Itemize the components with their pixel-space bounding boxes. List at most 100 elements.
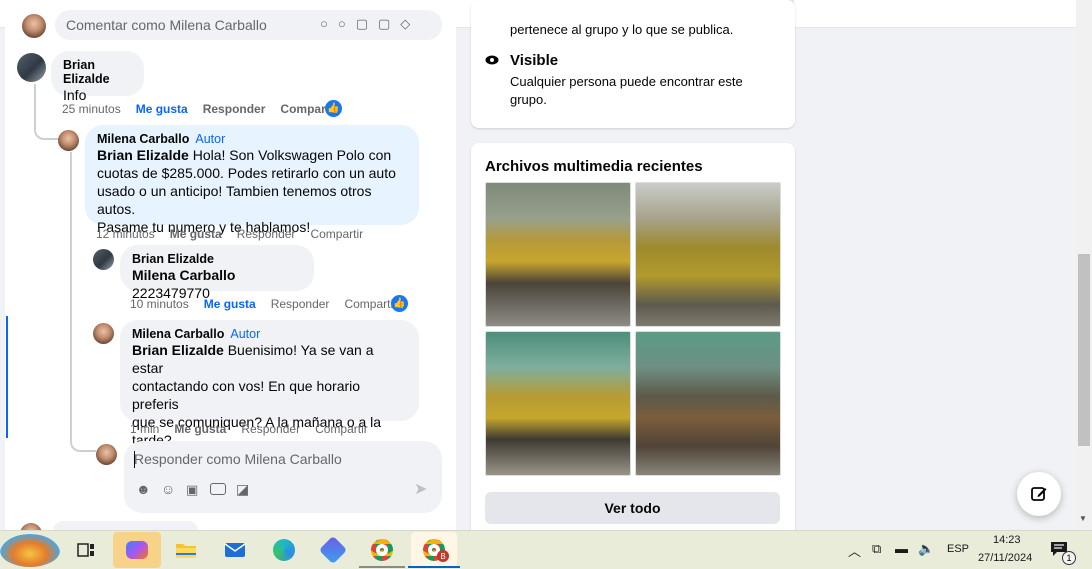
comment-author[interactable]: Brian Elizalde [63, 58, 132, 86]
share-button[interactable]: Compartir [344, 297, 397, 311]
mention-link[interactable]: Milena Carballo [132, 267, 235, 283]
avatar [17, 53, 46, 82]
avatar [96, 444, 117, 465]
like-button[interactable]: Me gusta [204, 297, 256, 311]
reply-button[interactable]: Responder [271, 297, 330, 311]
battery-icon[interactable]: ▬ [895, 541, 908, 556]
meet-now-icon[interactable]: ⧉ [872, 541, 881, 557]
comment-line: contactando con vos! En que horario pref… [132, 378, 361, 412]
comment-bubble: Brian Elizalde Info [51, 51, 144, 103]
emoji-icon[interactable]: ☺ [161, 481, 175, 497]
comment-bubble: Milena Carballo Autor Brian Elizalde Buen… [120, 320, 419, 448]
comment-time[interactable]: 12 minutos [96, 227, 155, 241]
comment-line: usado o un anticipo! Tambien tenemos otr… [97, 183, 372, 217]
comment-bubble: Brian Elizalde Milena Carballo 222347977… [120, 245, 314, 301]
comment-actions: 12 minutos Me gusta Responder Compartir [96, 227, 378, 241]
comment-bubble: Milena Carballo Autor Brian Elizalde Hola… [85, 125, 419, 235]
about-card: pertenece al grupo y lo que se publica. … [471, 0, 795, 128]
chrome-profile-icon[interactable]: B [411, 532, 457, 568]
avatar [93, 323, 114, 344]
share-button[interactable]: Compartir [310, 227, 363, 241]
like-button[interactable]: Me gusta [170, 227, 222, 241]
new-message-button[interactable] [1017, 472, 1061, 516]
media-thumbnail[interactable] [635, 331, 781, 476]
comment-time[interactable]: 1 min [130, 422, 159, 436]
task-view-icon[interactable] [70, 534, 102, 566]
comment-time[interactable]: 25 minutos [62, 102, 121, 116]
author-badge: Autor [195, 132, 226, 146]
volume-icon[interactable]: 🔈 [918, 541, 934, 557]
thread-connector [34, 84, 60, 140]
notification-count: 1 [1062, 551, 1076, 565]
active-app-indicator [359, 566, 405, 568]
avatar [22, 14, 46, 38]
copilot-icon[interactable] [113, 532, 161, 568]
comment-actions: 25 minutos Me gusta Responder Compartir [62, 102, 353, 116]
reply-placeholder: Responder como Milena Carballo [134, 451, 342, 467]
file-explorer-icon[interactable] [170, 534, 202, 566]
highlight-bar [6, 316, 8, 438]
comment-line: cuotas de $285.000. Podes retirarlo con … [97, 165, 396, 181]
active-app-indicator [408, 566, 460, 568]
scrollbar-thumb[interactable] [1078, 254, 1090, 446]
reply-button[interactable]: Responder [203, 102, 266, 116]
language-indicator[interactable]: ESP [947, 543, 969, 555]
comment-author[interactable]: Milena Carballo [132, 327, 224, 341]
like-button[interactable]: Me gusta [136, 102, 188, 116]
mention-link[interactable]: Brian Elizalde [97, 147, 189, 163]
comment-author[interactable]: Milena Carballo [97, 132, 189, 146]
chevron-up-icon[interactable]: ︿ [848, 541, 861, 560]
comment-actions: 10 minutos Me gusta Responder Compartir [130, 297, 412, 311]
media-title: Archivos multimedia recientes [485, 158, 703, 175]
thread-connector [70, 420, 96, 452]
share-button[interactable]: Compartir [315, 422, 368, 436]
eye-icon [485, 55, 499, 65]
like-button[interactable]: Me gusta [174, 422, 226, 436]
mail-icon[interactable] [219, 534, 251, 566]
send-icon[interactable]: ➤ [414, 479, 427, 499]
like-reaction-icon[interactable]: 👍 [391, 295, 408, 312]
comment-text: Brian Elizalde Buenisimo! Ya se van a es… [132, 341, 407, 377]
comment-actions: 1 min Me gusta Responder Compartir [130, 422, 383, 436]
visible-description: grupo. [510, 92, 547, 107]
avatar-sticker-icon[interactable]: ☻ [136, 481, 151, 497]
copilot-app-icon[interactable] [317, 534, 349, 566]
thread-connector [70, 152, 92, 442]
comment-input[interactable]: Comentar como Milena Carballo ○○▢▢◇ [55, 10, 442, 40]
author-badge: Autor [230, 327, 261, 341]
weather-widget-icon[interactable] [0, 534, 60, 567]
clock-time[interactable]: 14:23 [993, 534, 1021, 546]
media-thumbnail[interactable] [485, 331, 631, 476]
chrome-icon[interactable] [366, 534, 398, 566]
compose-icon [1031, 487, 1047, 501]
gif-icon[interactable] [210, 483, 226, 495]
avatar [58, 130, 79, 151]
reply-input[interactable]: Responder como Milena Carballo ☻ ☺ ▣ ◪ ➤ [124, 441, 442, 513]
edge-icon[interactable] [268, 534, 300, 566]
comment-text: Brian Elizalde Hola! Son Volkswagen Polo… [97, 146, 407, 164]
comment-author[interactable]: Brian Elizalde [132, 252, 302, 266]
avatar [93, 249, 114, 270]
reply-button[interactable]: Responder [237, 227, 296, 241]
media-thumbnail[interactable] [635, 182, 781, 327]
see-all-label: Ver todo [604, 500, 661, 516]
comment-author-row: Milena Carballo Autor [132, 327, 407, 341]
profile-badge: B [437, 550, 449, 562]
media-card: Archivos multimedia recientes Ver todo [471, 143, 795, 543]
like-reaction-icon[interactable]: 👍 [325, 100, 342, 117]
sticker-icon[interactable]: ◪ [236, 481, 249, 498]
comment-time[interactable]: 10 minutos [130, 297, 189, 311]
camera-icon[interactable]: ▣ [186, 482, 198, 498]
comment-line: Hola! Son Volkswagen Polo con [192, 147, 392, 163]
visible-title: Visible [510, 52, 559, 69]
reply-button[interactable]: Responder [241, 422, 300, 436]
clock-date[interactable]: 27/11/2024 [978, 552, 1032, 564]
mention-link[interactable]: Brian Elizalde [132, 342, 224, 358]
scroll-down-arrow[interactable]: ▼ [1079, 514, 1087, 523]
see-all-button[interactable]: Ver todo [485, 492, 780, 524]
about-text: pertenece al grupo y lo que se publica. [510, 22, 734, 37]
media-thumbnail[interactable] [485, 182, 631, 327]
comment-placeholder: Comentar como Milena Carballo [66, 17, 267, 33]
comment-author-row: Milena Carballo Autor [97, 132, 407, 146]
emoji-toolbar-icons[interactable]: ○○▢▢◇ [320, 16, 420, 32]
